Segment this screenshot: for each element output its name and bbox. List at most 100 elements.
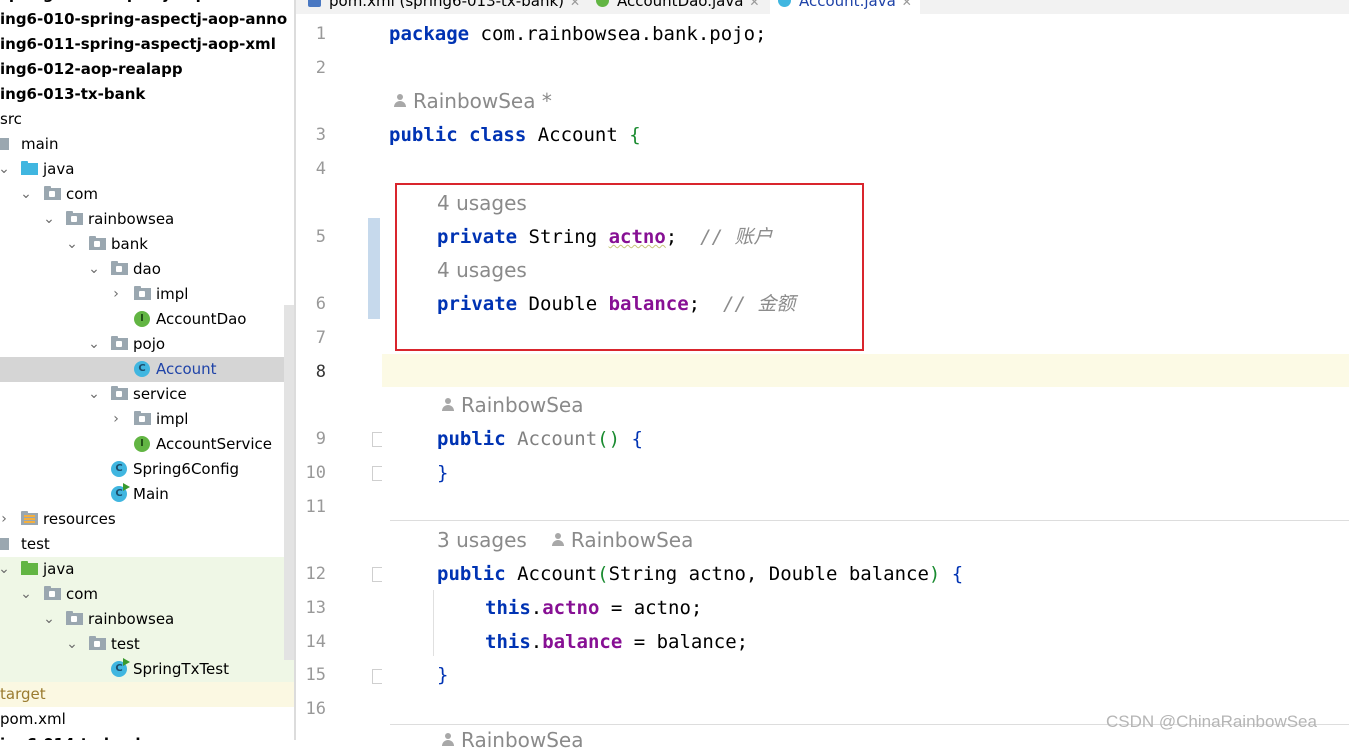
tree-item-src[interactable]: src	[0, 107, 294, 132]
line-number: 15	[305, 665, 326, 685]
tab-label: Account.java	[799, 0, 896, 10]
tree-item-label: test	[21, 535, 50, 553]
code-line-9: public Account() {	[437, 428, 643, 450]
tree-item-springtxtest[interactable]: C SpringTxTest	[0, 657, 294, 682]
tree-item-label: main	[21, 135, 59, 153]
tree-item-accountservice[interactable]: I AccountService	[0, 432, 294, 457]
tab-account[interactable]: Account.java ✕	[770, 0, 920, 14]
line-number: 9	[315, 429, 326, 449]
line-number: 12	[305, 564, 326, 584]
tree-item-label: com	[66, 185, 99, 203]
tree-item-label: Account	[156, 360, 217, 378]
tree-item-resources[interactable]: › resources	[0, 507, 294, 532]
tree-item-com[interactable]: ⌄ com	[0, 182, 294, 207]
tree-item-main[interactable]: main	[0, 132, 294, 157]
tree-item-label: impl	[156, 410, 189, 428]
chevron-down-icon[interactable]: ⌄	[88, 385, 100, 403]
tree-item-java[interactable]: ⌄ java	[0, 157, 294, 182]
user-icon	[551, 533, 565, 547]
tree-item-pojo[interactable]: ⌄ pojo	[0, 332, 294, 357]
interface-icon: I	[134, 311, 150, 327]
author-inlay-hint[interactable]: RainbowSea	[441, 393, 584, 417]
line-number: 5	[315, 227, 326, 247]
usages-inlay-hint[interactable]: 3 usages RainbowSea	[437, 528, 693, 552]
tab-label: AccountDao.java	[617, 0, 744, 10]
chevron-down-icon[interactable]: ⌄	[0, 160, 10, 178]
line-number: 4	[315, 159, 326, 179]
tree-item-module[interactable]: ing6-013-tx-bank	[0, 82, 294, 107]
line-number: 6	[315, 294, 326, 314]
tree-item-label: spring6-009-aspectj-aop-xml	[0, 0, 243, 4]
chevron-down-icon[interactable]: ⌄	[43, 210, 55, 228]
tree-item-rainbowsea[interactable]: ⌄ rainbowsea	[0, 207, 294, 232]
tree-item-label: AccountDao	[156, 310, 247, 328]
package-icon	[66, 211, 83, 225]
line-number: 10	[305, 463, 326, 483]
tree-item-bank[interactable]: ⌄ bank	[0, 232, 294, 257]
tree-item-label: rainbowsea	[88, 210, 175, 228]
line-number: 16	[305, 699, 326, 719]
runnable-class-icon: C	[111, 658, 130, 677]
class-icon: C	[111, 461, 127, 477]
tree-item-label: pojo	[133, 335, 166, 353]
tree-item-spring6config[interactable]: C Spring6Config	[0, 457, 294, 482]
tree-item-label: service	[133, 385, 187, 403]
tree-item-module[interactable]: ing6-014-tx-bank-anno	[0, 732, 294, 740]
tree-item-main-class[interactable]: C Main	[0, 482, 294, 507]
chevron-down-icon[interactable]: ⌄	[88, 260, 100, 278]
close-icon[interactable]: ✕	[902, 0, 912, 9]
tree-item-module[interactable]: ing6-011-spring-aspectj-aop-xml	[0, 32, 294, 57]
tree-item-label: SpringTxTest	[133, 660, 229, 678]
package-icon	[44, 586, 61, 600]
chevron-down-icon[interactable]: ⌄	[66, 235, 78, 253]
close-icon[interactable]: ✕	[570, 0, 580, 9]
tree-item-module[interactable]: ing6-012-aop-realapp	[0, 57, 294, 82]
tree-item-account[interactable]: C Account	[0, 357, 294, 382]
tree-item-dao-impl[interactable]: › impl	[0, 282, 294, 307]
chevron-right-icon[interactable]: ›	[0, 510, 10, 528]
tree-item-label: bank	[111, 235, 148, 253]
tree-item-test-java[interactable]: ⌄ java	[0, 557, 294, 582]
code-line-14: this.balance = balance;	[485, 631, 749, 653]
code-line-13: this.actno = actno;	[485, 597, 703, 619]
tree-item-service-impl[interactable]: › impl	[0, 407, 294, 432]
package-icon	[89, 636, 106, 650]
chevron-right-icon[interactable]: ›	[110, 285, 122, 303]
chevron-down-icon[interactable]: ⌄	[88, 335, 100, 353]
tree-item-dao[interactable]: ⌄ dao	[0, 257, 294, 282]
chevron-down-icon[interactable]: ⌄	[0, 560, 10, 578]
tab-accountdao[interactable]: AccountDao.java ✕	[596, 0, 759, 14]
tree-scrollbar[interactable]	[284, 305, 294, 660]
author-inlay-hint[interactable]: RainbowSea	[441, 728, 584, 752]
method-separator	[390, 520, 1349, 521]
tree-item-service[interactable]: ⌄ service	[0, 382, 294, 407]
tree-item-test-com[interactable]: ⌄ com	[0, 582, 294, 607]
chevron-right-icon[interactable]: ›	[110, 410, 122, 428]
tree-item-test-pkg[interactable]: ⌄ test	[0, 632, 294, 657]
test-folder-icon	[21, 561, 38, 575]
tree-item-test-rainbowsea[interactable]: ⌄ rainbowsea	[0, 607, 294, 632]
author-inlay-hint[interactable]: RainbowSea *	[393, 89, 552, 113]
tree-item-label: Spring6Config	[133, 460, 240, 478]
tab-pom-xml[interactable]: pom.xml (spring6-013-tx-bank) ✕	[308, 0, 580, 14]
tree-item-pom[interactable]: pom.xml	[0, 707, 294, 732]
editor-tabs: pom.xml (spring6-013-tx-bank) ✕ AccountDa…	[296, 0, 1349, 15]
resources-folder-icon	[21, 511, 38, 525]
tree-item-accountdao[interactable]: I AccountDao	[0, 307, 294, 332]
tree-item-label: AccountService	[156, 435, 273, 453]
editor-gutter[interactable]: 1 2 3 4 5 6 7 8 9 10 11 12 13 14 15 16	[296, 14, 382, 740]
chevron-down-icon[interactable]: ⌄	[20, 185, 32, 203]
chevron-down-icon[interactable]: ⌄	[43, 610, 55, 628]
chevron-down-icon[interactable]: ⌄	[66, 635, 78, 653]
close-icon[interactable]: ✕	[749, 0, 759, 9]
tree-item-target[interactable]: target	[0, 682, 294, 707]
chevron-down-icon[interactable]: ⌄	[20, 585, 32, 603]
class-icon	[778, 0, 791, 7]
tree-item-test[interactable]: test	[0, 532, 294, 557]
tree-item-label: dao	[133, 260, 161, 278]
vcs-change-marker[interactable]	[368, 218, 380, 319]
tree-item-label: Main	[133, 485, 169, 503]
tree-item-module[interactable]: ing6-010-spring-aspectj-aop-anno	[0, 7, 294, 32]
tree-item-label: resources	[43, 510, 116, 528]
tree-item-module[interactable]: spring6-009-aspectj-aop-xml	[0, 0, 294, 7]
